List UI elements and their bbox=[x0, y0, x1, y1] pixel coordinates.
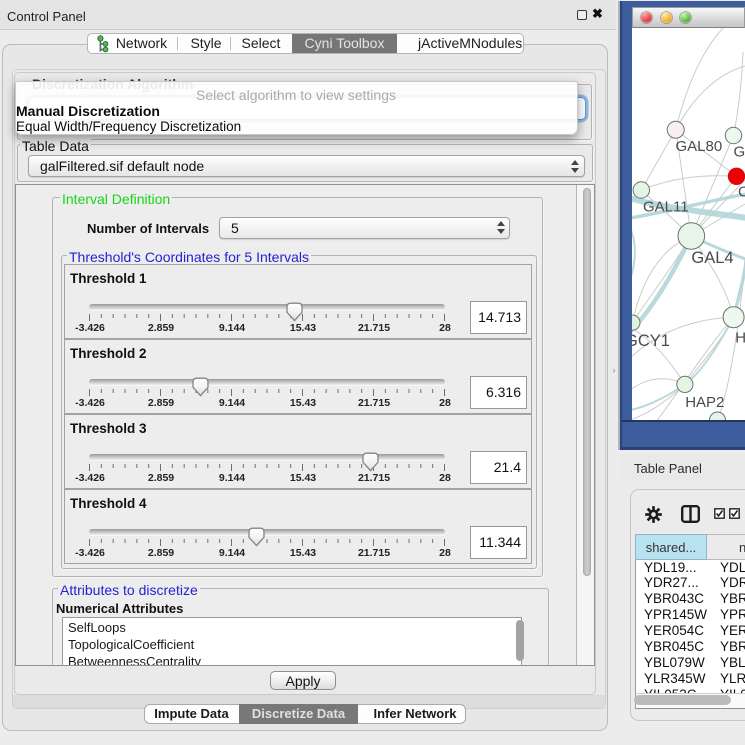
svg-text:GCY1: GCY1 bbox=[632, 332, 670, 350]
svg-text:GAL11: GAL11 bbox=[643, 198, 689, 215]
svg-text:H: H bbox=[735, 330, 745, 347]
svg-text:C: C bbox=[738, 184, 745, 201]
svg-text:GAL80: GAL80 bbox=[676, 138, 723, 155]
svg-text:GAL4: GAL4 bbox=[691, 249, 733, 267]
svg-text:HAP2: HAP2 bbox=[685, 394, 724, 411]
svg-text:GA: GA bbox=[734, 144, 745, 161]
